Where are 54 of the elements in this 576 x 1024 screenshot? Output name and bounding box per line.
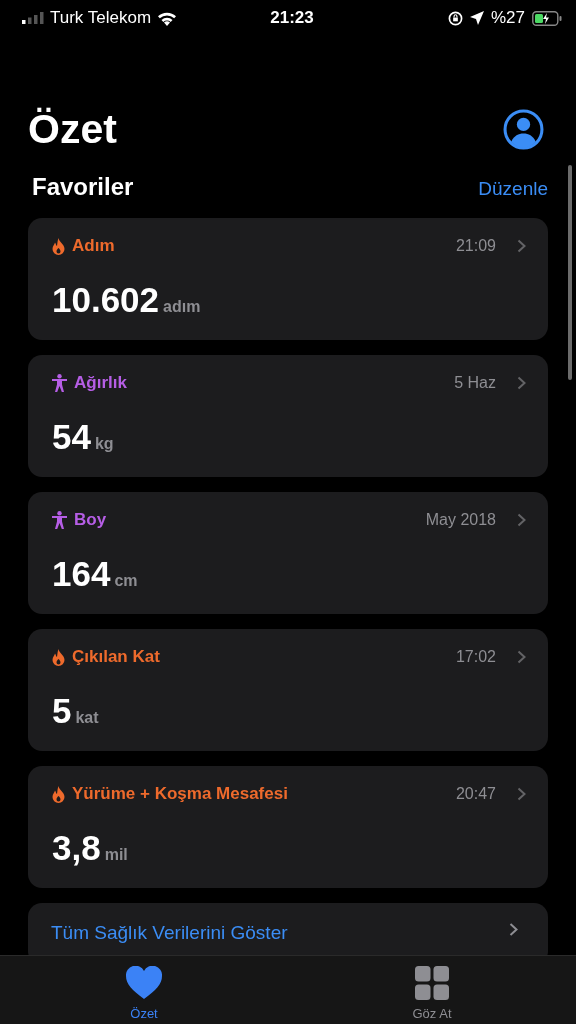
metric-time: May 2018 (425, 511, 496, 529)
location-arrow-icon (470, 11, 484, 25)
metric-name: Yürüme + Koşma Mesafesi (72, 784, 289, 804)
show-all-data-row[interactable]: Tüm Sağlık Verilerini Göster (28, 903, 548, 955)
flame-icon (52, 237, 65, 255)
chevron-icon (517, 376, 526, 390)
page-title: Özet (28, 105, 117, 153)
metric-time: 20:47 (455, 785, 496, 803)
show-all-label: Tüm Sağlık Verilerini Göster (51, 922, 288, 944)
battery-charging-icon (532, 10, 562, 26)
metric-unit: mil (104, 846, 128, 864)
metric-name: Boy (74, 510, 108, 530)
chevron-icon (517, 239, 526, 253)
metric-unit: kat (75, 709, 99, 727)
signal-icon (22, 12, 44, 24)
battery-percent: %27 (491, 8, 525, 28)
metric-name: Adım (72, 236, 116, 256)
wifi-icon (157, 10, 178, 26)
health-card[interactable]: Boy May 2018 164 cm (28, 492, 548, 614)
chevron-icon (509, 922, 518, 937)
profile-icon[interactable] (503, 108, 544, 150)
metric-unit: adım (163, 298, 201, 316)
metric-value: 5 (52, 691, 72, 731)
metric-unit: cm (114, 572, 138, 590)
metric-name: Ağırlık (74, 373, 128, 393)
metric-unit: kg (94, 435, 114, 453)
carrier-name: Turk Telekom (50, 8, 152, 28)
metric-value: 164 (52, 554, 111, 594)
metric-time: 5 Haz (454, 374, 496, 392)
rotation-lock-icon (448, 10, 463, 26)
metric-name: Çıkılan Kat (72, 647, 161, 667)
chevron-icon (517, 787, 526, 801)
health-card[interactable]: Çıkılan Kat 17:02 5 kat (28, 629, 548, 751)
health-card[interactable]: Yürüme + Koşma Mesafesi 20:47 3,8 mil (28, 766, 548, 888)
metric-time: 17:02 (455, 648, 496, 666)
person-figure-icon (52, 511, 67, 529)
person-figure-icon (52, 374, 67, 392)
grid-icon (415, 965, 449, 1000)
clock-time: 21:23 (270, 8, 314, 28)
section-heading: Favoriler (32, 173, 134, 201)
chevron-icon (517, 513, 526, 527)
tab-button[interactable]: Göz At (288, 956, 576, 1024)
metric-value: 3,8 (52, 828, 101, 868)
metric-time: 21:09 (455, 237, 496, 255)
metric-value: 10.602 (52, 280, 160, 320)
heart-icon (126, 966, 162, 999)
tab-button[interactable]: Özet (0, 956, 288, 1024)
flame-icon (52, 785, 65, 803)
health-card[interactable]: Adım 21:09 10.602 adım (28, 218, 548, 340)
chevron-icon (517, 650, 526, 664)
edit-link[interactable]: Düzenle (478, 178, 548, 200)
metric-value: 54 (52, 417, 91, 457)
health-card[interactable]: Ağırlık 5 Haz 54 kg (28, 355, 548, 477)
flame-icon (52, 648, 65, 666)
